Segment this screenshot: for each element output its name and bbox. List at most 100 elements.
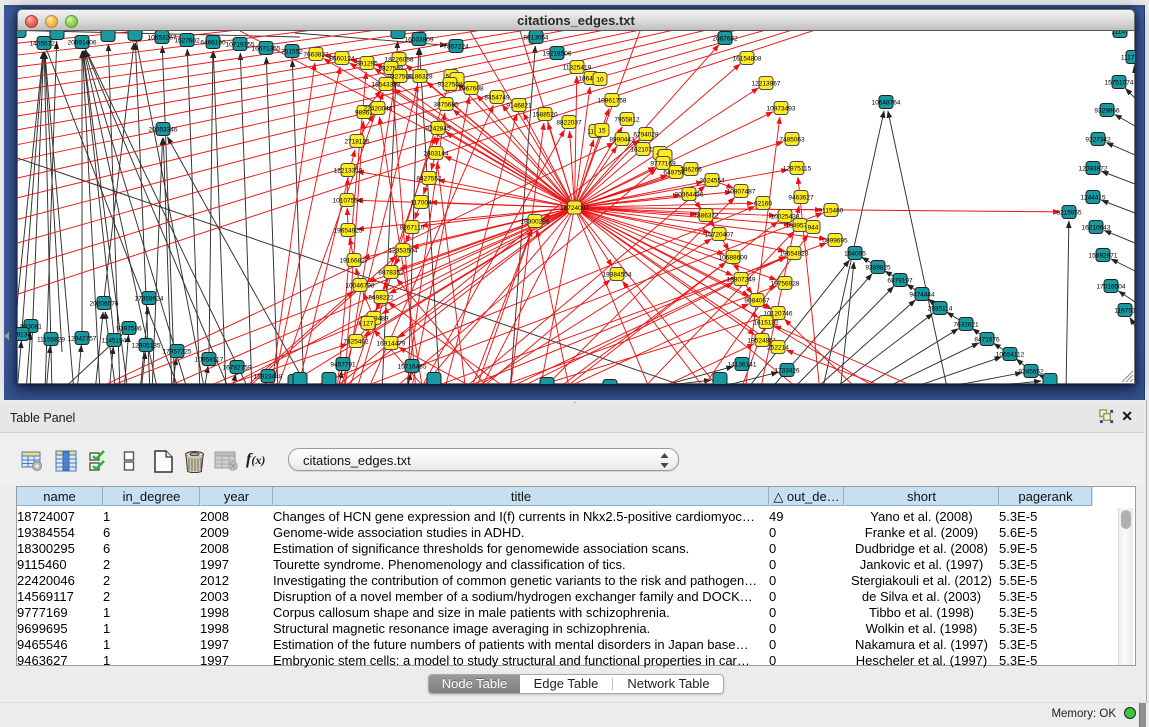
svg-text:10654112: 10654112 (996, 352, 1025, 359)
svg-text:20364436: 20364436 (675, 192, 704, 199)
svg-text:16210643: 16210643 (1082, 225, 1111, 232)
svg-text:1733426: 1733426 (774, 368, 800, 375)
svg-text:8427552: 8427552 (416, 176, 442, 183)
svg-text:22420046: 22420046 (364, 106, 393, 113)
svg-text:15751074: 15751074 (1105, 80, 1134, 87)
svg-text:10: 10 (596, 77, 604, 84)
svg-text:8454749: 8454749 (484, 95, 510, 102)
svg-text:0899695: 0899695 (822, 238, 848, 245)
svg-text:62160: 62160 (754, 201, 772, 208)
svg-text:8660124: 8660124 (329, 56, 355, 63)
svg-text:14055721: 14055721 (30, 41, 59, 48)
svg-text:16033809: 16033809 (405, 37, 434, 44)
svg-text:12942757: 12942757 (68, 336, 97, 343)
svg-text:8822037: 8822037 (556, 120, 582, 127)
svg-text:1117704: 1117704 (1121, 55, 1135, 62)
svg-text:10648764: 10648764 (872, 100, 901, 107)
svg-text:10961758: 10961758 (598, 98, 627, 105)
svg-text:1621072: 1621072 (630, 147, 656, 154)
svg-text:7955812: 7955812 (614, 117, 640, 124)
svg-text:12093872: 12093872 (1079, 166, 1108, 173)
svg-text:7663822: 7663822 (303, 52, 329, 59)
svg-text:19654923: 19654923 (780, 251, 809, 258)
svg-text:10973493: 10973493 (767, 106, 796, 113)
svg-text:117004: 117004 (410, 200, 432, 207)
svg-text:7485063: 7485063 (779, 137, 805, 144)
svg-text:9474444: 9474444 (909, 292, 935, 299)
svg-text:2718126: 2718126 (344, 139, 370, 146)
svg-text:10688609: 10688609 (719, 255, 748, 262)
svg-text:10719155: 10719155 (226, 42, 255, 49)
svg-text:18807249: 18807249 (727, 277, 756, 284)
svg-text:12213319: 12213319 (334, 168, 363, 175)
svg-text:17957225: 17957225 (163, 349, 192, 356)
svg-text:1145194: 1145194 (102, 338, 127, 345)
svg-text:12975115: 12975115 (783, 166, 812, 173)
svg-text:9389825: 9389825 (865, 265, 891, 272)
svg-text:8186328: 8186328 (407, 74, 433, 81)
svg-text:127: 127 (363, 321, 374, 328)
svg-text:10807487: 10807487 (727, 189, 756, 196)
svg-text:116753: 116753 (1114, 308, 1135, 315)
svg-text:7625402: 7625402 (343, 339, 369, 346)
svg-text:15692971: 15692971 (1089, 253, 1118, 260)
svg-text:12923448: 12923448 (254, 374, 283, 381)
svg-text:15: 15 (598, 128, 606, 135)
svg-text:8267110: 8267110 (400, 225, 425, 232)
svg-text:2803144: 2803144 (423, 151, 449, 158)
svg-text:16543382: 16543382 (372, 82, 401, 89)
svg-text:1244415: 1244415 (1080, 195, 1106, 202)
svg-text:751552: 751552 (281, 49, 303, 56)
svg-text:16782759: 16782759 (223, 365, 252, 372)
svg-text:9084067: 9084067 (744, 298, 770, 305)
svg-text:2935114: 2935114 (928, 306, 953, 313)
svg-text:8215955: 8215955 (1056, 210, 1082, 217)
svg-text:10046798: 10046798 (346, 283, 375, 290)
svg-text:18300295: 18300295 (521, 219, 550, 226)
svg-text:20053346: 20053346 (149, 127, 178, 134)
svg-text:9329966: 9329966 (1094, 108, 1120, 115)
svg-text:19654925: 19654925 (334, 228, 363, 235)
svg-text:11147: 11147 (1111, 31, 1128, 36)
svg-text:17359924: 17359924 (135, 296, 164, 303)
svg-text:15716485: 15716485 (398, 364, 427, 371)
svg-text:19756928: 19756928 (771, 281, 800, 288)
svg-text:9463627: 9463627 (788, 195, 814, 202)
svg-text:3875685: 3875685 (433, 102, 459, 109)
svg-text:17016504: 17016504 (1097, 284, 1126, 291)
svg-text:8813054: 8813054 (523, 35, 549, 42)
svg-text:164095: 164095 (844, 251, 866, 258)
svg-text:6466160: 6466160 (200, 40, 226, 47)
svg-text:20691406: 20691406 (68, 40, 97, 47)
svg-text:8878352: 8878352 (378, 270, 404, 277)
svg-text:12353504: 12353504 (389, 248, 418, 255)
svg-text:2087682: 2087682 (712, 36, 738, 43)
svg-text:1527602: 1527602 (174, 38, 200, 45)
svg-text:9457791: 9457791 (330, 362, 356, 369)
svg-text:9242845: 9242845 (425, 126, 451, 133)
svg-text:944: 944 (808, 225, 819, 232)
svg-text:16154808: 16154808 (733, 56, 762, 63)
svg-text:16914479: 16914479 (377, 341, 406, 348)
svg-text:9227342: 9227342 (1085, 137, 1111, 144)
svg-text:9397586: 9397586 (116, 326, 142, 333)
svg-text:9115460: 9115460 (819, 208, 844, 215)
svg-text:252214: 252214 (767, 345, 789, 352)
svg-text:11156829: 11156829 (37, 337, 65, 344)
svg-text:19166827: 19166827 (340, 258, 369, 265)
svg-text:7857224: 7857224 (443, 44, 469, 51)
svg-text:10958117: 10958117 (195, 357, 224, 364)
svg-text:19384554: 19384554 (603, 272, 632, 279)
svg-text:6794028: 6794028 (633, 132, 659, 139)
svg-text:10107554: 10107554 (333, 198, 362, 205)
svg-text:19218506: 19218506 (543, 51, 572, 58)
svg-text:9146821: 9146821 (506, 103, 532, 110)
svg-text:7632621: 7632621 (953, 322, 979, 329)
svg-text:8990443: 8990443 (609, 137, 635, 144)
svg-text:7886372: 7886372 (693, 213, 719, 220)
svg-text:2967608: 2967608 (458, 86, 484, 93)
svg-text:18724007: 18724007 (560, 205, 589, 212)
svg-text:9245652: 9245652 (1018, 369, 1044, 376)
svg-text:3024554: 3024554 (699, 178, 725, 185)
svg-text:10653267: 10653267 (148, 35, 177, 42)
